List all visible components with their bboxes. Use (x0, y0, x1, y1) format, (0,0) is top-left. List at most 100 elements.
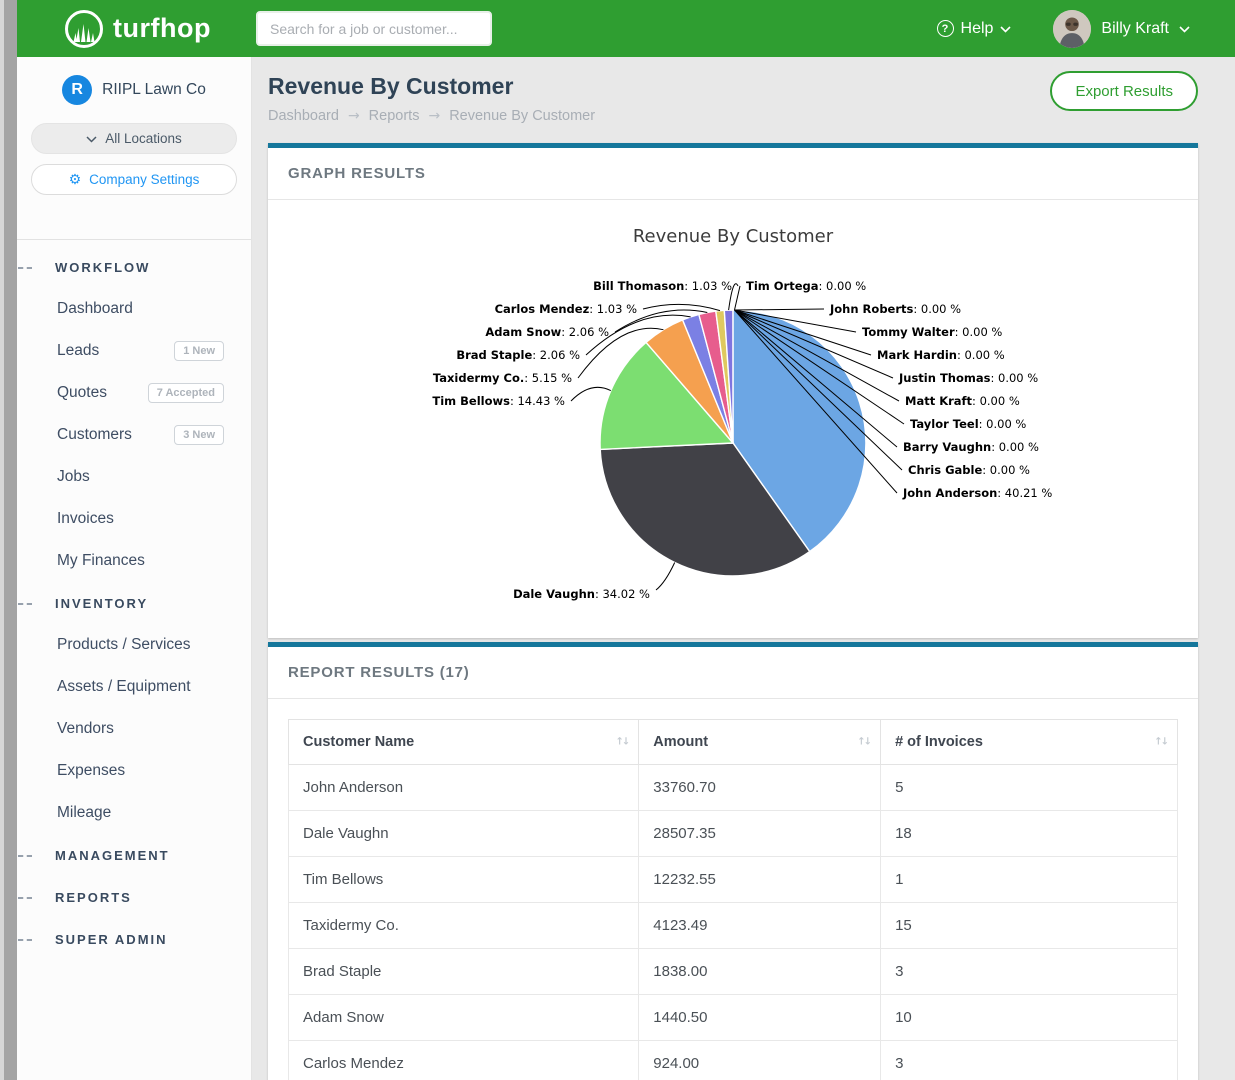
breadcrumb: Dashboard→Reports→Revenue By Customer (268, 108, 1198, 124)
sidebar-item-label: Assets / Equipment (57, 678, 191, 696)
pie-label-mark-hardin: Mark Hardin: 0.00 % (877, 348, 1005, 362)
pie-label-barry-vaughn: Barry Vaughn: 0.00 % (903, 440, 1039, 454)
breadcrumb-item-reports[interactable]: Reports (369, 108, 420, 124)
sidebar-item-my-finances[interactable]: My Finances (17, 540, 251, 582)
sidebar-item-customers[interactable]: Customers 3 New (17, 414, 251, 456)
dash-icon (18, 939, 32, 941)
help-menu[interactable]: ? Help (937, 20, 1012, 38)
table-cell: 3 (881, 1041, 1178, 1080)
dash-icon (18, 855, 32, 857)
sidebar-section-label: MANAGEMENT (55, 848, 170, 863)
table-cell: 1440.50 (639, 995, 881, 1041)
graph-panel-title: GRAPH RESULTS (268, 148, 1198, 200)
scrollbar-thumb[interactable] (4, 0, 17, 1080)
graph-results-panel: GRAPH RESULTS Revenue By CustomerBill Th… (268, 143, 1198, 638)
chevron-down-icon (86, 131, 97, 146)
breadcrumb-item-dashboard[interactable]: Dashboard (268, 108, 339, 124)
sidebar-item-expenses[interactable]: Expenses (17, 750, 251, 792)
sidebar-section-label: INVENTORY (55, 596, 148, 611)
column-header-customer-name[interactable]: Customer Name↑↓ (289, 720, 639, 765)
export-results-button[interactable]: Export Results (1050, 71, 1198, 111)
sidebar-item-products-services[interactable]: Products / Services (17, 624, 251, 666)
pie-label-chris-gable: Chris Gable: 0.00 % (908, 463, 1030, 477)
sidebar-item-invoices[interactable]: Invoices (17, 498, 251, 540)
table-cell: Dale Vaughn (289, 811, 639, 857)
page-scrollbar[interactable] (0, 0, 17, 1080)
table-row[interactable]: Brad Staple1838.003 (289, 949, 1178, 995)
pie-label-taylor-teel: Taylor Teel: 0.00 % (910, 417, 1026, 431)
sort-icon[interactable]: ↑↓ (616, 737, 629, 748)
table-cell: Tim Bellows (289, 857, 639, 903)
sidebar-item-assets-equipment[interactable]: Assets / Equipment (17, 666, 251, 708)
column-header-of-invoices[interactable]: # of Invoices↑↓ (881, 720, 1178, 765)
table-cell: 924.00 (639, 1041, 881, 1080)
gear-icon: ⚙ (69, 173, 82, 187)
breadcrumb-item-revenue-by-customer: Revenue By Customer (449, 108, 595, 124)
leader-line (735, 309, 825, 310)
pie-label-tim-ortega: Tim Ortega: 0.00 % (746, 279, 866, 293)
table-cell: Adam Snow (289, 995, 639, 1041)
table-cell: 15 (881, 903, 1178, 949)
table-row[interactable]: Dale Vaughn28507.3518 (289, 811, 1178, 857)
pie-label-adam-snow: Adam Snow: 2.06 % (485, 325, 609, 339)
sidebar-item-label: Vendors (57, 720, 114, 738)
pie-label-john-roberts: John Roberts: 0.00 % (829, 302, 961, 316)
sidebar-item-mileage[interactable]: Mileage (17, 792, 251, 834)
company-header[interactable]: R RIIPL Lawn Co (31, 75, 237, 105)
table-cell: 4123.49 (639, 903, 881, 949)
table-cell: Carlos Mendez (289, 1041, 639, 1080)
sidebar-item-quotes[interactable]: Quotes7 Accepted (17, 372, 251, 414)
table-row[interactable]: Tim Bellows12232.551 (289, 857, 1178, 903)
main-content: Revenue By Customer Dashboard→Reports→Re… (252, 57, 1235, 1080)
sort-icon[interactable]: ↑↓ (857, 737, 870, 748)
pie-label-carlos-mendez: Carlos Mendez: 1.03 % (495, 302, 638, 316)
sidebar-section-workflow[interactable]: WORKFLOW (17, 246, 251, 288)
sidebar-section-inventory[interactable]: INVENTORY (17, 582, 251, 624)
table-row[interactable]: Taxidermy Co.4123.4915 (289, 903, 1178, 949)
leader-line (735, 286, 741, 310)
sidebar-item-dashboard[interactable]: Dashboard (17, 288, 251, 330)
brand-logo[interactable]: turfhop (65, 10, 211, 48)
table-cell: 5 (881, 765, 1178, 811)
all-locations-dropdown[interactable]: All Locations (31, 123, 237, 154)
sidebar-nav: WORKFLOW Dashboard Leads1 NewQuotes7 Accep… (17, 240, 251, 960)
sidebar-item-label: Expenses (57, 762, 125, 780)
table-cell: John Anderson (289, 765, 639, 811)
leader-line (571, 387, 611, 401)
table-row[interactable]: John Anderson33760.705 (289, 765, 1178, 811)
dash-icon (18, 603, 32, 605)
table-cell: 28507.35 (639, 811, 881, 857)
pie-label-justin-thomas: Justin Thomas: 0.00 % (898, 371, 1038, 385)
table-row[interactable]: Adam Snow1440.5010 (289, 995, 1178, 1041)
report-panel-title: REPORT RESULTS (17) (268, 647, 1198, 699)
table-cell: Brad Staple (289, 949, 639, 995)
sidebar-item-vendors[interactable]: Vendors (17, 708, 251, 750)
sidebar-item-leads[interactable]: Leads1 New (17, 330, 251, 372)
revenue-pie-chart: Revenue By CustomerBill Thomason: 1.03 %… (268, 200, 1198, 638)
column-header-amount[interactable]: Amount↑↓ (639, 720, 881, 765)
sidebar-section-reports[interactable]: REPORTS (17, 876, 251, 918)
sidebar-item-jobs[interactable]: Jobs (17, 456, 251, 498)
company-settings-button[interactable]: ⚙ Company Settings (31, 164, 237, 195)
sidebar-item-badge: 1 New (174, 341, 224, 361)
table-cell: 10 (881, 995, 1178, 1041)
user-menu[interactable]: Billy Kraft (1053, 10, 1190, 48)
table-cell: 3 (881, 949, 1178, 995)
sidebar-section-super-admin[interactable]: SUPER ADMIN (17, 918, 251, 960)
search-input[interactable] (256, 11, 492, 46)
sidebar-item-label: Dashboard (57, 300, 133, 318)
leader-line (656, 563, 675, 591)
sidebar-section-management[interactable]: MANAGEMENT (17, 834, 251, 876)
pie-label-tim-bellows: Tim Bellows: 14.43 % (432, 394, 565, 408)
breadcrumb-arrow-icon: → (348, 108, 360, 124)
help-label: Help (961, 20, 994, 38)
table-cell: 1838.00 (639, 949, 881, 995)
sort-icon[interactable]: ↑↓ (1154, 737, 1167, 748)
report-table: Customer Name↑↓Amount↑↓# of Invoices↑↓ J… (288, 719, 1178, 1080)
all-locations-label: All Locations (105, 131, 182, 146)
sidebar-item-badge: 3 New (174, 425, 224, 445)
brand-name: turfhop (113, 13, 211, 44)
sidebar-item-label: Customers (57, 426, 132, 444)
table-row[interactable]: Carlos Mendez924.003 (289, 1041, 1178, 1080)
dash-icon (18, 267, 32, 269)
